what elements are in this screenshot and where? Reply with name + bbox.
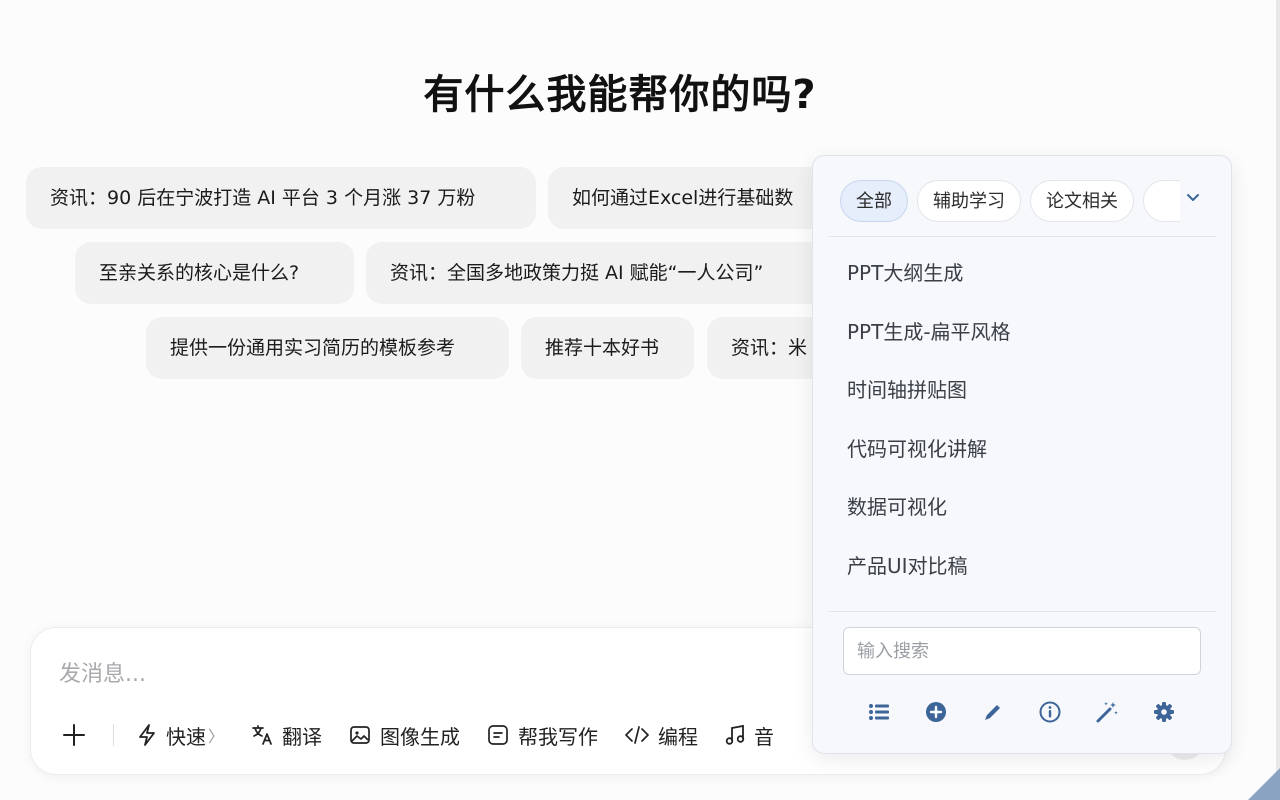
plus-icon xyxy=(63,724,85,746)
prompt-item[interactable]: PPT大纲生成 xyxy=(828,244,1216,303)
info-icon xyxy=(1039,701,1061,723)
translate-button[interactable]: 翻译 xyxy=(250,721,322,750)
category-tabs: 全部 辅助学习 论文相关 xyxy=(840,180,1180,224)
suggestion-chip[interactable]: 推荐十本好书 xyxy=(521,317,694,379)
prompt-item[interactable]: 产品UI对比稿 xyxy=(828,537,1216,596)
tab-all[interactable]: 全部 xyxy=(840,180,908,222)
music-label: 音 xyxy=(754,724,775,749)
quick-mode-button[interactable]: 快速 〉 xyxy=(136,721,224,750)
message-input[interactable] xyxy=(57,654,761,692)
prompt-item[interactable]: 代码可视化讲解 xyxy=(828,420,1216,479)
quick-mode-label: 快速 xyxy=(166,724,206,749)
toolbar-divider xyxy=(113,724,114,746)
music-icon xyxy=(725,724,745,745)
lightning-icon xyxy=(139,724,155,746)
tab-papers[interactable]: 论文相关 xyxy=(1030,180,1134,222)
gear-icon xyxy=(1154,702,1174,722)
expand-tabs-button[interactable] xyxy=(1179,184,1207,212)
page-heading: 有什么我能帮你的吗? xyxy=(423,72,817,118)
suggestion-chip[interactable]: 提供一份通用实习简历的模板参考 xyxy=(146,317,509,379)
panel-action-bar xyxy=(813,698,1233,726)
coding-label: 编程 xyxy=(658,724,699,749)
attach-button[interactable] xyxy=(55,718,93,752)
image-icon xyxy=(350,726,370,744)
tab-study-aid[interactable]: 辅助学习 xyxy=(917,180,1021,222)
translate-icon xyxy=(252,725,272,745)
suggestion-chip[interactable]: 如何通过Excel进行基础数 xyxy=(548,167,828,229)
prompt-list: PPT大纲生成 PPT生成-扁平风格 时间轴拼贴图 代码可视化讲解 数据可视化 … xyxy=(828,244,1216,595)
add-circle-icon xyxy=(926,702,946,722)
settings-button[interactable] xyxy=(1150,698,1178,726)
code-icon xyxy=(625,726,649,744)
tab-more[interactable] xyxy=(1143,180,1180,222)
suggestion-chip[interactable]: 至亲关系的核心是什么? xyxy=(75,242,354,304)
list-icon xyxy=(869,704,889,720)
suggestion-chip[interactable]: 资讯：90 后在宁波打造 AI 平台 3 个月涨 37 万粉 xyxy=(26,167,536,229)
prompt-search-input[interactable] xyxy=(843,627,1201,675)
edit-prompt-button[interactable] xyxy=(979,698,1007,726)
chevron-right-icon: 〉 xyxy=(208,727,225,746)
chevron-down-icon xyxy=(1187,194,1199,201)
panel-divider-top xyxy=(828,236,1216,237)
magic-wand-icon xyxy=(1096,702,1118,723)
list-view-button[interactable] xyxy=(865,698,893,726)
music-button[interactable]: 音 xyxy=(724,721,774,750)
writing-button[interactable]: 帮我写作 xyxy=(486,721,598,750)
prompt-item[interactable]: 时间轴拼贴图 xyxy=(828,361,1216,420)
add-prompt-button[interactable] xyxy=(922,698,950,726)
info-button[interactable] xyxy=(1036,698,1064,726)
suggestion-chip[interactable]: 资讯：米 xyxy=(707,317,827,379)
suggestion-chip[interactable]: 资讯：全国多地政策力挺 AI 赋能“一人公司” xyxy=(366,242,826,304)
composer-toolbar: 快速 〉 翻译 图像生成 帮我写作 编程 音 xyxy=(55,718,800,752)
prompt-item[interactable]: 数据可视化 xyxy=(828,478,1216,537)
write-icon xyxy=(488,725,508,745)
magic-button[interactable] xyxy=(1093,698,1121,726)
corner-accent xyxy=(1248,768,1280,800)
translate-label: 翻译 xyxy=(282,724,323,749)
panel-divider-bottom xyxy=(828,611,1216,612)
window-scroll-edge xyxy=(1276,0,1280,800)
image-gen-label: 图像生成 xyxy=(380,724,461,749)
prompt-library-panel: 全部 辅助学习 论文相关 PPT大纲生成 PPT生成-扁平风格 时间轴拼贴图 代… xyxy=(812,155,1232,754)
coding-button[interactable]: 编程 xyxy=(624,721,698,750)
image-gen-button[interactable]: 图像生成 xyxy=(348,721,460,750)
prompt-item[interactable]: PPT生成-扁平风格 xyxy=(828,303,1216,362)
pencil-icon xyxy=(985,705,1000,720)
writing-label: 帮我写作 xyxy=(518,724,599,749)
